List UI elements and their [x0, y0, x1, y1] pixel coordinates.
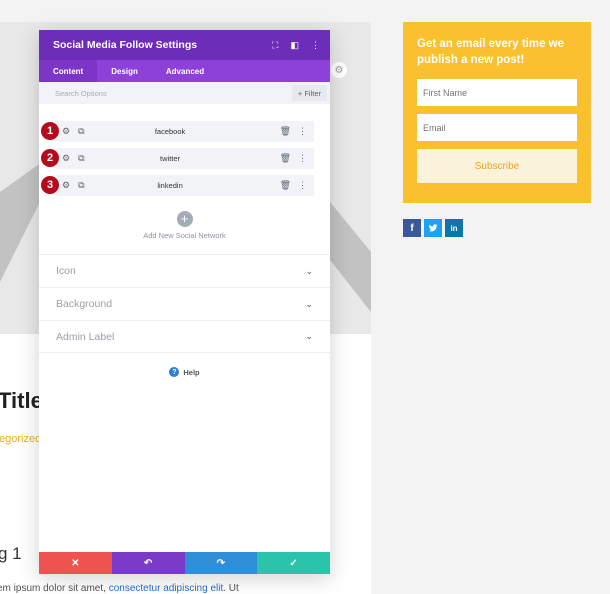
list-item: 2 ⚙ ⧉ twitter 🗑 ⋮	[39, 145, 330, 172]
more-icon[interactable]: ⋮	[298, 153, 307, 164]
subscribe-button[interactable]: Subscribe	[417, 149, 577, 183]
post-heading: g 1	[0, 544, 22, 563]
chevron-down-icon: ⌄	[305, 265, 313, 276]
tab-content[interactable]: Content	[39, 60, 98, 82]
linkedin-icon[interactable]: in	[445, 219, 463, 237]
network-label: facebook	[154, 127, 186, 136]
modal-title: Social Media Follow Settings	[53, 39, 198, 51]
section-label: Background	[56, 298, 113, 310]
help-icon: ?	[169, 367, 180, 377]
email-field[interactable]	[417, 114, 577, 141]
gear-icon[interactable]: ⚙	[62, 180, 70, 191]
section-background[interactable]: Background ⌄	[39, 287, 330, 320]
paragraph-tail: . Ut	[223, 583, 239, 594]
facebook-icon[interactable]: f	[403, 219, 421, 237]
twitter-icon[interactable]	[424, 219, 442, 237]
tab-advanced[interactable]: Advanced	[152, 60, 218, 82]
step-badge: 3	[41, 176, 59, 194]
module-gear-icon[interactable]: ⚙	[331, 62, 347, 78]
tab-design[interactable]: Design	[97, 60, 152, 82]
social-follow-icons: f in	[403, 219, 463, 237]
network-item-facebook[interactable]: ⚙ ⧉ facebook 🗑 ⋮	[56, 121, 314, 142]
help-label: Help	[183, 367, 200, 377]
settings-sections: Icon ⌄ Background ⌄ Admin Label ⌄	[39, 254, 330, 353]
first-name-field[interactable]	[417, 79, 577, 106]
post-title: Title	[0, 388, 43, 413]
list-item: 1 ⚙ ⧉ facebook 🗑 ⋮	[39, 118, 330, 145]
modal-header: Social Media Follow Settings ⛶ ◧ ⋮	[39, 30, 330, 60]
gear-icon[interactable]: ⚙	[62, 153, 70, 164]
add-network-button[interactable]: + Add New Social Network	[39, 211, 330, 240]
filter-button[interactable]: + Filter	[291, 85, 327, 101]
network-label: twitter	[160, 154, 181, 163]
more-icon[interactable]: ⋮	[298, 126, 307, 137]
section-icon[interactable]: Icon ⌄	[39, 254, 330, 287]
add-network-label: Add New Social Network	[143, 231, 226, 240]
split-view-icon[interactable]: ◧	[290, 40, 299, 51]
social-network-list: 1 ⚙ ⧉ facebook 🗑 ⋮ 2 ⚙ ⧉ twitter 🗑 ⋮ 3 ⚙	[39, 104, 330, 199]
more-options-icon[interactable]: ⋮	[311, 40, 320, 51]
optin-title: Get an email every time we publish a new…	[417, 38, 565, 66]
more-icon[interactable]: ⋮	[298, 180, 307, 191]
trash-icon[interactable]: 🗑	[280, 153, 291, 164]
network-item-twitter[interactable]: ⚙ ⧉ twitter 🗑 ⋮	[56, 148, 314, 169]
save-button[interactable]: ✓	[257, 552, 330, 574]
network-label: linkedin	[157, 181, 183, 190]
email-optin-widget: Get an email every time we publish a new…	[403, 22, 591, 203]
step-badge: 2	[41, 149, 59, 167]
help-link[interactable]: ? Help	[39, 367, 330, 377]
redo-button[interactable]: ↷	[184, 552, 258, 574]
search-options-bar: Search Options + Filter	[39, 82, 330, 104]
section-label: Icon	[56, 265, 76, 277]
chevron-down-icon: ⌄	[305, 298, 313, 309]
undo-button[interactable]: ↶	[111, 552, 185, 574]
modal-footer: ✕ ↶ ↷ ✓	[39, 552, 330, 574]
list-item: 3 ⚙ ⧉ linkedin 🗑 ⋮	[39, 172, 330, 199]
section-label: Admin Label	[56, 330, 115, 343]
discard-button[interactable]: ✕	[39, 552, 112, 574]
step-badge: 1	[41, 122, 59, 140]
network-item-linkedin[interactable]: ⚙ ⧉ linkedin 🗑 ⋮	[56, 175, 314, 196]
trash-icon[interactable]: 🗑	[280, 180, 291, 191]
gear-icon[interactable]: ⚙	[62, 126, 70, 137]
modal-tabs: Content Design Advanced	[39, 60, 330, 82]
paragraph-text: em ipsum dolor sit amet,	[0, 583, 106, 594]
post-category[interactable]: egorized	[0, 433, 41, 445]
chevron-down-icon: ⌄	[305, 331, 313, 341]
settings-modal: Social Media Follow Settings ⛶ ◧ ⋮ Conte…	[39, 30, 330, 574]
search-input[interactable]: Search Options	[55, 89, 107, 98]
plus-icon[interactable]: +	[176, 211, 193, 227]
paragraph-link[interactable]: consectetur adipiscing elit	[109, 583, 224, 594]
post-paragraph: em ipsum dolor sit amet, consectetur adi…	[0, 583, 239, 594]
expand-icon[interactable]: ⛶	[272, 40, 278, 51]
section-admin-label[interactable]: Admin Label ⌄	[39, 320, 330, 353]
trash-icon[interactable]: 🗑	[280, 126, 291, 137]
